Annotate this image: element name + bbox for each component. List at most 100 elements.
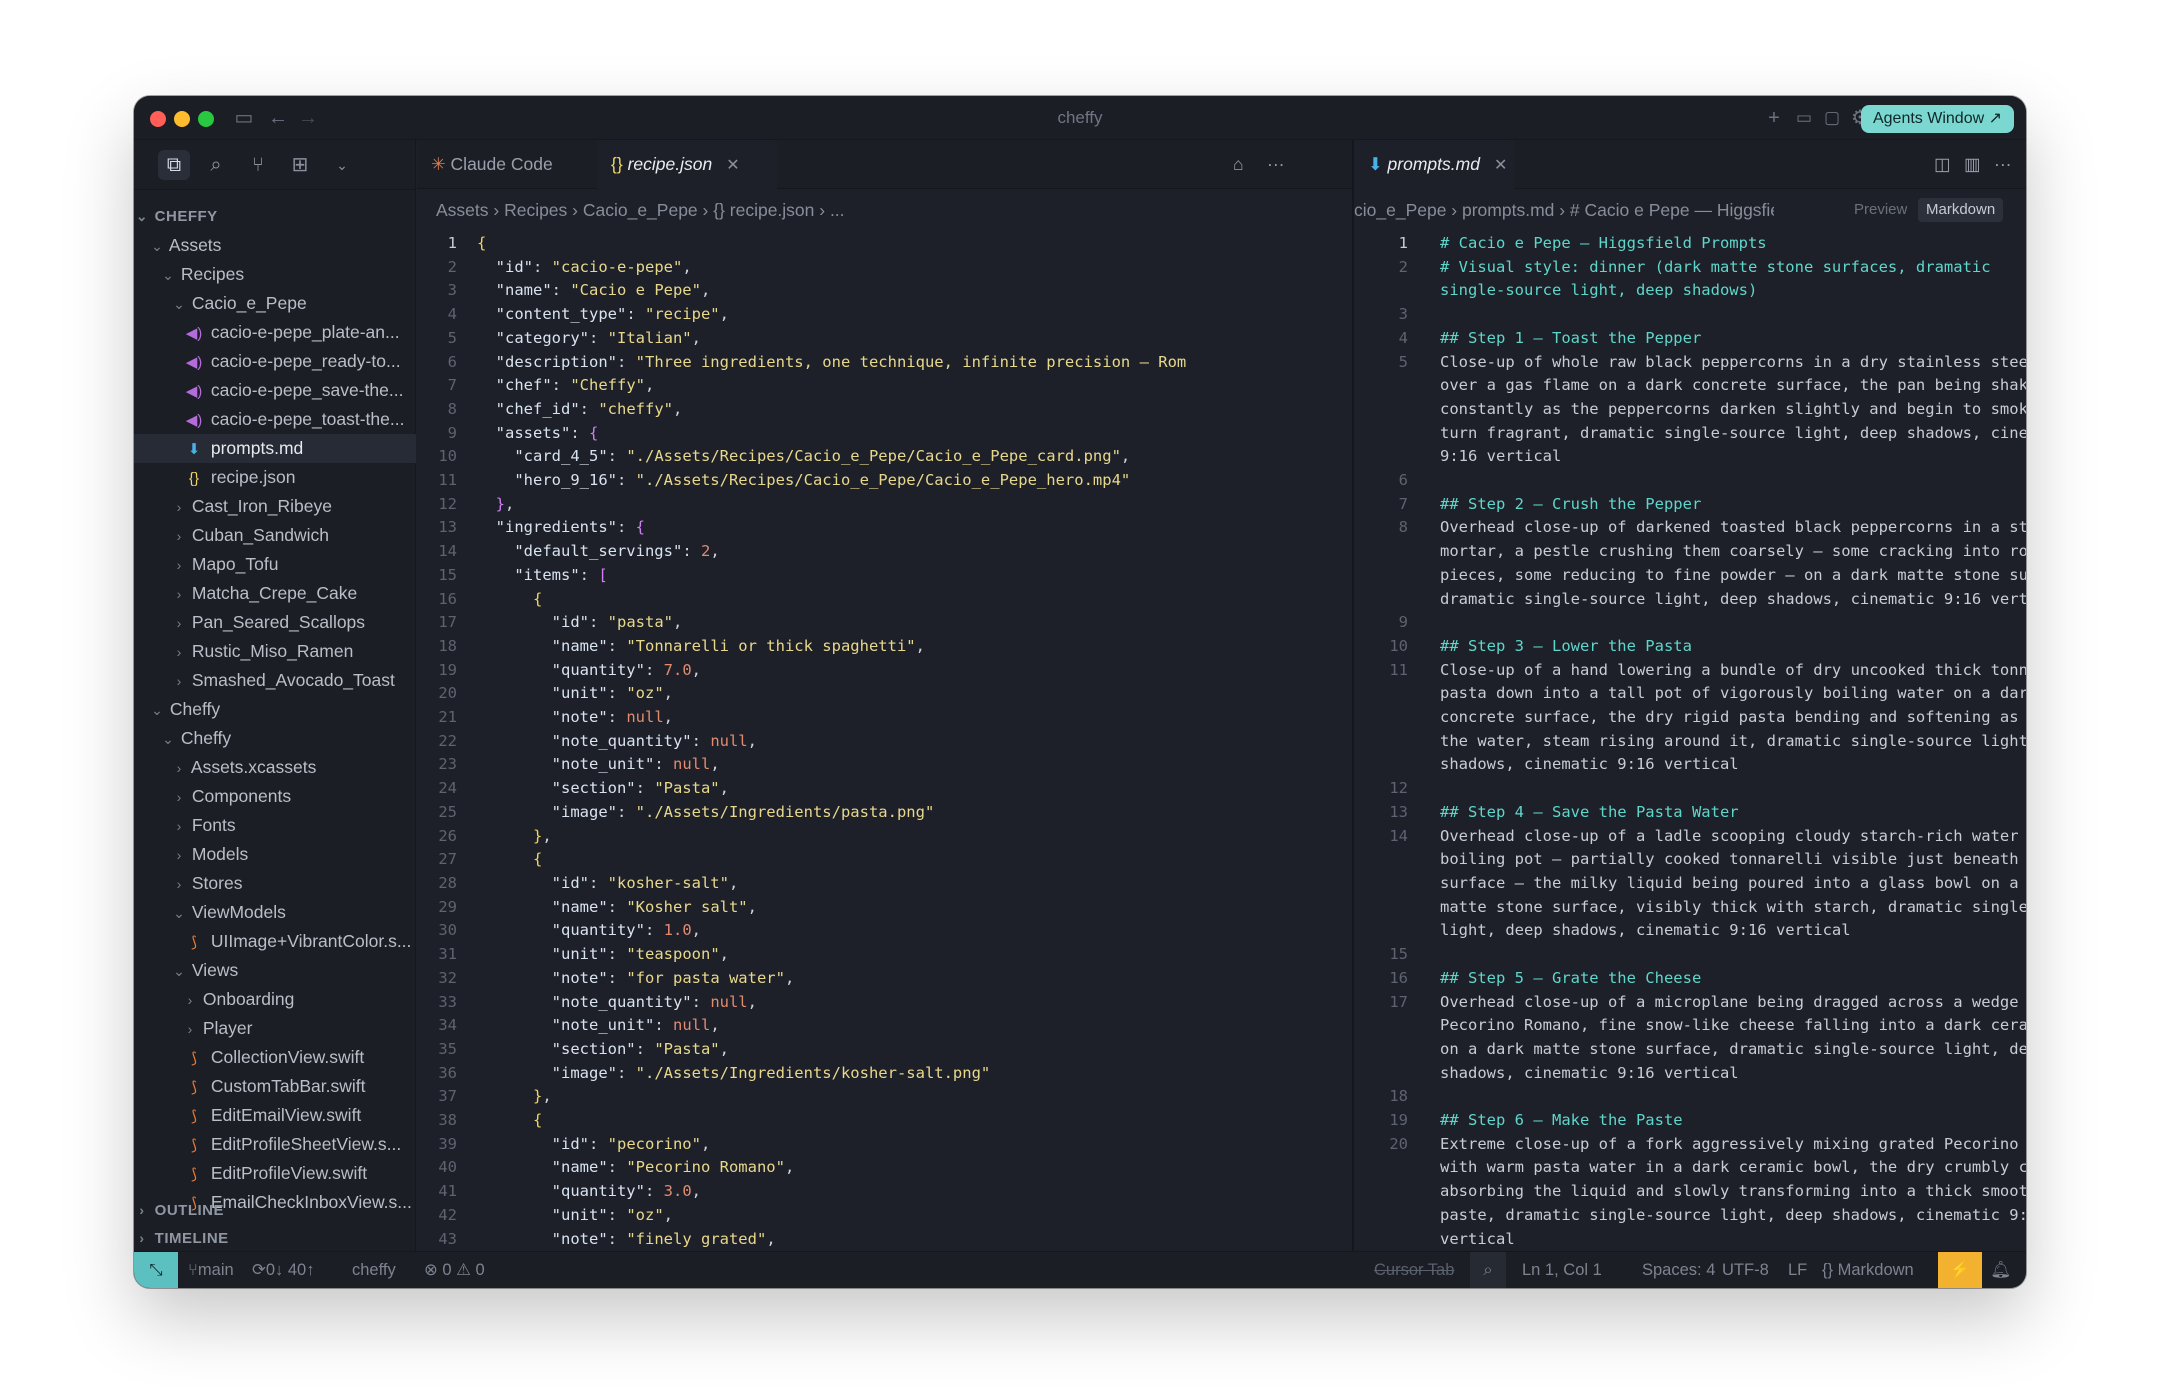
line-number: 40 xyxy=(438,1158,457,1177)
tree-folder[interactable]: › Stores xyxy=(134,869,416,898)
tree-file[interactable]: ◀) cacio-e-pepe_toast-the... xyxy=(134,405,416,434)
tree-folder[interactable]: ⌄ ViewModels xyxy=(134,898,416,927)
line-number xyxy=(1354,1014,1408,1038)
preview-toggle[interactable]: Preview xyxy=(1854,189,1907,231)
line-number: 33 xyxy=(438,992,457,1011)
tree-folder[interactable]: ⌄ Cheffy xyxy=(134,695,416,724)
indentation-status[interactable]: Spaces: 4 xyxy=(1642,1252,1715,1288)
tree-folder[interactable]: › Mapo_Tofu xyxy=(134,550,416,579)
json-icon: {} xyxy=(611,154,623,174)
language-status[interactable]: {} Markdown xyxy=(1822,1252,1914,1288)
code-line: "name": "Kosher salt", xyxy=(477,897,757,916)
cursor-tab-icon[interactable]: ⚡ xyxy=(1938,1252,1982,1288)
code-line: "note_unit": null, xyxy=(477,755,720,774)
sync-status[interactable]: ⟳ 0↓ 40↑ xyxy=(252,1252,314,1288)
tree-file[interactable]: ⟆ UIImage+VibrantColor.s... xyxy=(134,927,416,956)
agents-window-button[interactable]: Agents Window ↗ xyxy=(1860,105,2014,133)
source-control-icon[interactable]: ⑂ xyxy=(242,150,274,180)
tree-folder[interactable]: ⌄ Cheffy xyxy=(134,724,416,753)
panel-icon[interactable]: ▭ xyxy=(1790,104,1818,132)
tree-file[interactable]: ⟆ CollectionView.swift xyxy=(134,1043,416,1072)
code-content[interactable]: { "id": "cacio-e-pepe", "name": "Cacio e… xyxy=(477,232,1186,1250)
close-icon[interactable]: ✕ xyxy=(726,157,739,174)
more-icon[interactable]: ··· xyxy=(1267,140,1307,189)
tree-file[interactable]: ◀) cacio-e-pepe_plate-an... xyxy=(134,318,416,347)
chat-icon[interactable]: ▢ xyxy=(1818,104,1846,132)
bell-icon[interactable]: 🔔︎ xyxy=(1990,1252,2011,1288)
tree-file[interactable]: ⟆ EditProfileView.swift xyxy=(134,1159,416,1188)
tab-claude-code[interactable]: ✳ Claude Code xyxy=(417,140,597,189)
cursor-tab-status[interactable]: Cursor Tab xyxy=(1374,1252,1454,1288)
tree-folder[interactable]: › Components xyxy=(134,782,416,811)
markdown-text-line: shadows, cinematic 9:16 vertical xyxy=(1440,755,1739,774)
more-icon[interactable]: ··· xyxy=(1994,140,2026,189)
tree-folder[interactable]: › Rustic_Miso_Ramen xyxy=(134,637,416,666)
markdown-icon: ⬇ xyxy=(1368,154,1383,174)
remote-icon[interactable]: ⤡ xyxy=(134,1252,178,1288)
json-editor[interactable]: 1 2 3 4 5 6 7 8 9 10 11 12 13 14 15 16 17 18 19 20 21 22 23 24 2… xyxy=(417,232,1353,1250)
tree-folder[interactable]: › Cuban_Sandwich xyxy=(134,521,416,550)
line-number: 41 xyxy=(438,1182,457,1201)
search-icon[interactable]: ⌕ xyxy=(200,150,232,180)
branch-status[interactable]: ⑂ main xyxy=(188,1252,234,1288)
left-breadcrumb[interactable]: Assets › Recipes › Cacio_e_Pepe › {} rec… xyxy=(436,189,1336,231)
tree-file[interactable]: {} recipe.json xyxy=(134,463,416,492)
code-line: { xyxy=(477,234,487,252)
tree-file[interactable]: ⟆ EditEmailView.swift xyxy=(134,1101,416,1130)
tree-label: cacio-e-pepe_toast-the... xyxy=(206,409,405,429)
markdown-editor[interactable]: 12 345 678 9 10 11 12 13 14 15 16 17 18 19 20 # … xyxy=(1354,232,2026,1250)
tree-file[interactable]: ⟆ EditProfileSheetView.s... xyxy=(134,1130,416,1159)
tree-folder[interactable]: › Onboarding xyxy=(134,985,416,1014)
search-icon[interactable]: ⌕ xyxy=(1470,1252,1506,1288)
tree-folder[interactable]: › Smashed_Avocado_Toast xyxy=(134,666,416,695)
encoding-status[interactable]: UTF-8 xyxy=(1722,1252,1769,1288)
line-number: 39 xyxy=(438,1134,457,1153)
tree-folder[interactable]: › Assets.xcassets xyxy=(134,753,416,782)
markdown-text-line: 9:16 vertical xyxy=(1440,447,1562,466)
chevron-down-icon[interactable]: ⌄ xyxy=(326,150,358,180)
close-icon[interactable]: ✕ xyxy=(1494,157,1507,174)
line-number xyxy=(1354,753,1408,777)
tab-recipe-json[interactable]: {} recipe.json ✕ xyxy=(597,140,777,189)
tree-file[interactable]: ◀) cacio-e-pepe_save-the... xyxy=(134,376,416,405)
cursor-position[interactable]: Ln 1, Col 1 xyxy=(1522,1252,1602,1288)
chevron-down-icon: ⌄ xyxy=(173,905,185,921)
tree-folder[interactable]: › Models xyxy=(134,840,416,869)
tree-folder[interactable]: › Player xyxy=(134,1014,416,1043)
tree-folder[interactable]: ⌄ Assets xyxy=(134,231,416,260)
line-number: 18 xyxy=(438,636,457,655)
tree-folder[interactable]: › Fonts xyxy=(134,811,416,840)
markdown-mode-button[interactable]: Markdown xyxy=(1918,198,2004,222)
tree-folder[interactable]: › Cast_Iron_Ribeye xyxy=(134,492,416,521)
tree-folder[interactable]: › Matcha_Crepe_Cake xyxy=(134,579,416,608)
tree-label: ViewModels xyxy=(187,902,286,922)
tree-file[interactable]: ⬇ prompts.md xyxy=(134,434,416,463)
tree-folder[interactable]: ⌄ Recipes xyxy=(134,260,416,289)
tree-label: cacio-e-pepe_ready-to... xyxy=(206,351,401,371)
files-icon[interactable]: ⧉ xyxy=(158,150,190,180)
tree-folder[interactable]: ⌄ Cacio_e_Pepe xyxy=(134,289,416,318)
plus-icon[interactable]: + xyxy=(1760,104,1788,132)
tree-label: Fonts xyxy=(187,815,236,835)
line-number: 38 xyxy=(438,1111,457,1130)
timeline-section[interactable]: › TIMELINE xyxy=(134,1224,416,1253)
explorer-sidebar: ⧉ ⌕ ⑂ ⊞ ⌄ ⌄ CHEFFY ⌄ Assets ⌄ Recipes ⌄ Cac… xyxy=(134,140,416,1251)
eol-status[interactable]: LF xyxy=(1788,1252,1807,1288)
right-breadcrumb[interactable]: cio_e_Pepe › prompts.md › # Cacio e Pepe… xyxy=(1354,189,1774,231)
tree-label: UIImage+VibrantColor.s... xyxy=(206,931,412,951)
tab-prompts-md[interactable]: ⬇ prompts.md ✕ xyxy=(1354,140,1514,189)
explorer-section-header[interactable]: ⌄ CHEFFY xyxy=(134,202,416,231)
code-line: }, xyxy=(477,826,552,845)
open-preview-icon[interactable]: ◫ xyxy=(1934,140,1966,189)
tree-folder[interactable]: › Pan_Seared_Scallops xyxy=(134,608,416,637)
workspace-label[interactable]: cheffy xyxy=(352,1252,396,1288)
markdown-content[interactable]: # Cacio e Pepe — Higgsfield Prompts # Vis… xyxy=(1440,232,2026,1250)
tree-file[interactable]: ◀) cacio-e-pepe_ready-to... xyxy=(134,347,416,376)
outline-section[interactable]: › OUTLINE xyxy=(134,1196,416,1225)
tree-folder[interactable]: ⌄ Views xyxy=(134,956,416,985)
problems-status[interactable]: ⊗ 0 ⚠ 0 xyxy=(424,1252,485,1288)
extensions-icon[interactable]: ⊞ xyxy=(284,150,316,180)
split-editor-icon[interactable]: ▥ xyxy=(1964,140,1996,189)
tree-file[interactable]: ⟆ CustomTabBar.swift xyxy=(134,1072,416,1101)
line-number: 17 xyxy=(1389,992,1408,1011)
